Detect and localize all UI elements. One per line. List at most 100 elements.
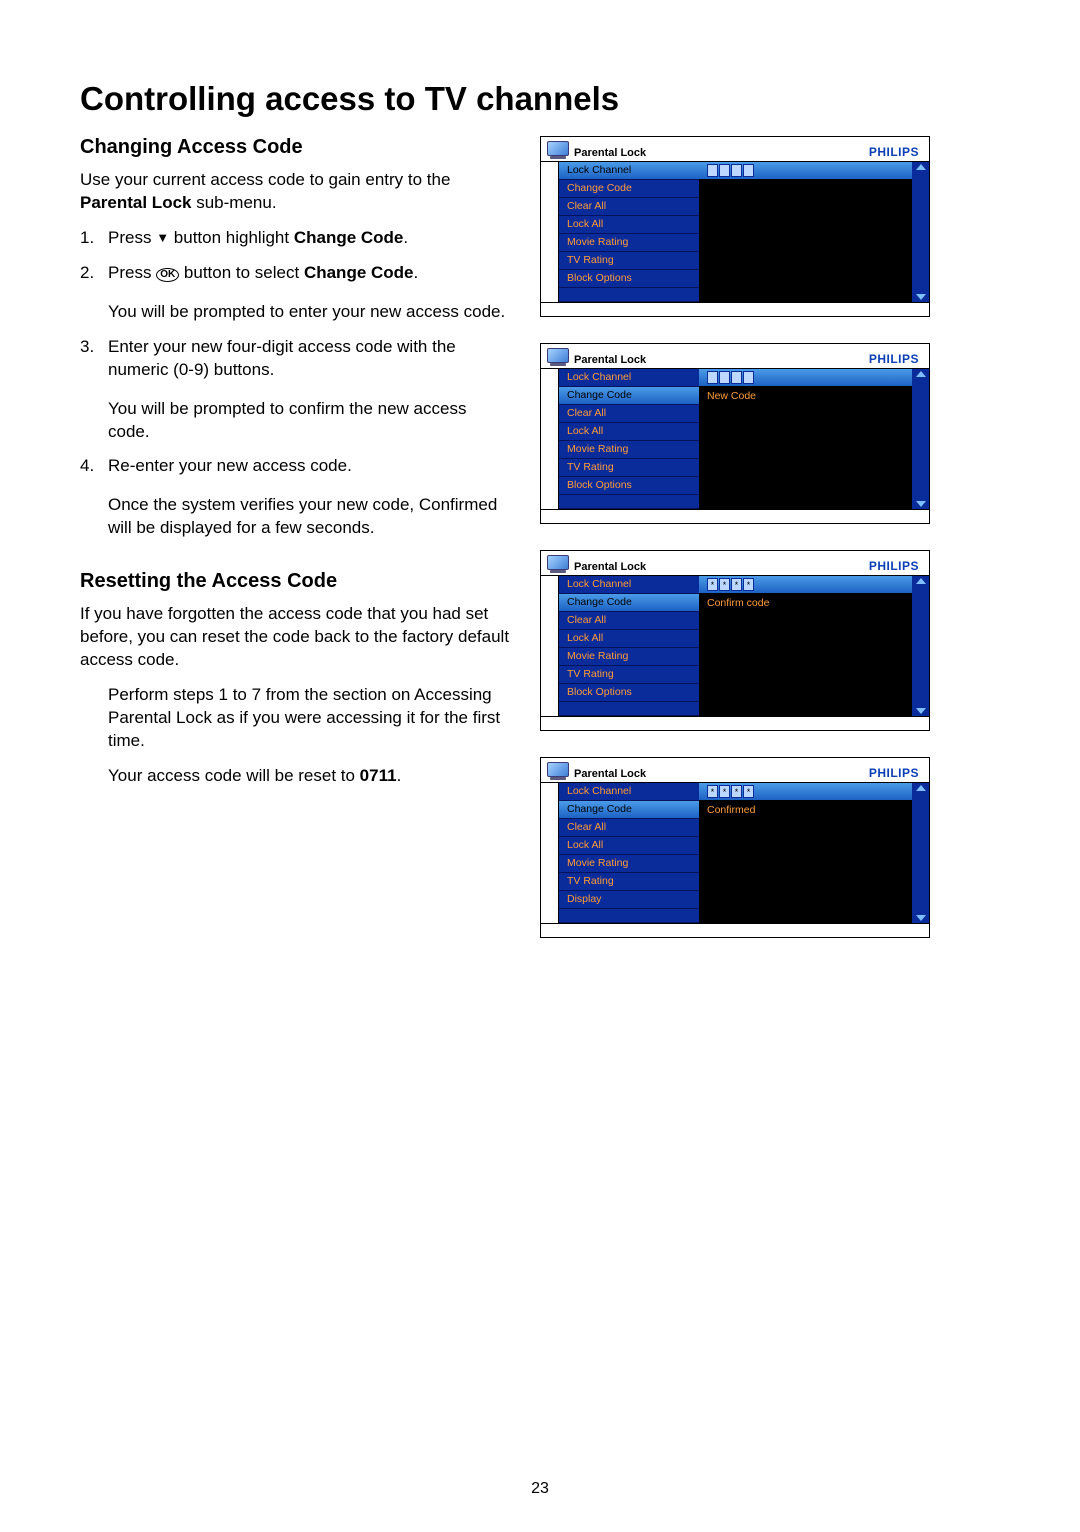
- osd-value-row: [699, 234, 912, 252]
- tv-icon: [547, 762, 569, 780]
- resetting-indent-b-post: .: [397, 766, 402, 785]
- osd-value-row: [699, 405, 912, 423]
- step-3: Enter your new four-digit access code wi…: [80, 336, 510, 444]
- osd-value-row: [699, 891, 912, 909]
- text-column: Changing Access Code Use your current ac…: [80, 136, 510, 938]
- step-2: Press OK button to select Change Code. Y…: [80, 262, 510, 324]
- osd-screenshot-1: Parental LockPHILIPSLock ChannelChange C…: [540, 136, 930, 317]
- osd-menu-item: Change Code: [559, 801, 699, 819]
- osd-menu-item: TV Rating: [559, 666, 699, 684]
- philips-logo: PHILIPS: [869, 352, 919, 366]
- scroll-down-icon: [916, 501, 926, 507]
- osd-value-row: Confirmed: [699, 801, 912, 819]
- osd-scrollbar: [912, 783, 929, 923]
- resetting-access-code-heading: Resetting the Access Code: [80, 570, 510, 593]
- osd-menu-item: Change Code: [559, 387, 699, 405]
- resetting-indent-b-pre: Your access code will be reset to: [108, 766, 360, 785]
- scroll-up-icon: [916, 785, 926, 791]
- osd-menu-item: Movie Rating: [559, 441, 699, 459]
- osd-menu-item: Clear All: [559, 405, 699, 423]
- step-1: Press ▼ button highlight Change Code.: [80, 227, 510, 250]
- two-column-layout: Changing Access Code Use your current ac…: [80, 136, 1010, 938]
- osd-value-row: [699, 252, 912, 270]
- step-4: Re-enter your new access code. Once the …: [80, 455, 510, 540]
- tv-icon: [547, 141, 569, 159]
- osd-value-row: [699, 441, 912, 459]
- osd-menu-item: Lock All: [559, 423, 699, 441]
- step2-post: .: [414, 263, 419, 282]
- osd-value-row: [699, 477, 912, 495]
- tv-icon: [547, 555, 569, 573]
- osd-menu-item: Block Options: [559, 477, 699, 495]
- osd-breadcrumb: Parental Lock: [574, 354, 646, 366]
- step2-extra: You will be prompted to enter your new a…: [108, 301, 510, 324]
- step4-extra: Once the system verifies your new code, …: [108, 494, 510, 540]
- osd-value-row: [699, 180, 912, 198]
- osd-menu-item: Lock Channel: [559, 783, 699, 801]
- osd-menu-item: Movie Rating: [559, 855, 699, 873]
- osd-value-row: Confirm code: [699, 594, 912, 612]
- osd-menu-item: Change Code: [559, 594, 699, 612]
- scroll-down-icon: [916, 708, 926, 714]
- step3-text: Enter your new four-digit access code wi…: [108, 337, 456, 379]
- osd-menu-item: Change Code: [559, 180, 699, 198]
- osd-screenshot-3: Parental LockPHILIPSLock ChannelChange C…: [540, 550, 930, 731]
- osd-menu-item: Clear All: [559, 819, 699, 837]
- osd-menu-item: Lock All: [559, 630, 699, 648]
- osd-value-row: [699, 423, 912, 441]
- osd-menu-item: Block Options: [559, 270, 699, 288]
- changing-intro-bold: Parental Lock: [80, 193, 192, 212]
- osd-menu-item: TV Rating: [559, 459, 699, 477]
- down-triangle-icon: ▼: [156, 230, 169, 245]
- osd-value-row: [699, 648, 912, 666]
- changing-intro-post: sub-menu.: [192, 193, 277, 212]
- resetting-indent-b-code: 0711: [360, 766, 397, 785]
- changing-access-code-heading: Changing Access Code: [80, 136, 510, 159]
- osd-scrollbar: [912, 576, 929, 716]
- scroll-up-icon: [916, 578, 926, 584]
- code-entry-boxes: ****: [707, 785, 754, 798]
- osd-value-row: ****: [699, 576, 912, 594]
- osd-menu-item: Lock Channel: [559, 369, 699, 387]
- osd-value-row: [699, 270, 912, 288]
- resetting-intro: If you have forgotten the access code th…: [80, 603, 510, 672]
- step2-mid: button to select: [179, 263, 304, 282]
- changing-steps: Press ▼ button highlight Change Code. Pr…: [80, 227, 510, 540]
- osd-value-row: [699, 369, 912, 387]
- osd-value-row: ****: [699, 783, 912, 801]
- step1-mid: button highlight: [169, 228, 294, 247]
- page-number: 23: [0, 1480, 1080, 1498]
- osd-value-row: [699, 216, 912, 234]
- osd-value-row: New Code: [699, 387, 912, 405]
- osd-menu-item: Clear All: [559, 198, 699, 216]
- step1-bold: Change Code: [294, 228, 404, 247]
- osd-scrollbar: [912, 162, 929, 302]
- osd-value-row: [699, 612, 912, 630]
- osd-menu-item: Movie Rating: [559, 234, 699, 252]
- osd-menu-item: Movie Rating: [559, 648, 699, 666]
- osd-menu-item: Lock Channel: [559, 162, 699, 180]
- changing-intro-pre: Use your current access code to gain ent…: [80, 170, 450, 189]
- osd-breadcrumb: Parental Lock: [574, 768, 646, 780]
- resetting-indent-a: Perform steps 1 to 7 from the section on…: [80, 684, 510, 753]
- osd-value-row: [699, 630, 912, 648]
- code-entry-boxes: ****: [707, 578, 754, 591]
- tv-icon: [547, 348, 569, 366]
- ok-button-icon: OK: [156, 268, 179, 282]
- osd-value-row: [699, 855, 912, 873]
- osd-scrollbar: [912, 369, 929, 509]
- osd-screenshot-2: Parental Lock PHILIPS Lock ChannelChange C…: [540, 343, 930, 524]
- osd-menu-item: Lock Channel: [559, 576, 699, 594]
- changing-intro: Use your current access code to gain ent…: [80, 169, 510, 215]
- step2-bold: Change Code: [304, 263, 414, 282]
- osd-menu-item: Clear All: [559, 612, 699, 630]
- step3-extra: You will be prompted to confirm the new …: [108, 398, 510, 444]
- step2-pre: Press: [108, 263, 156, 282]
- step1-pre: Press: [108, 228, 156, 247]
- osd-value-row: [699, 837, 912, 855]
- osd-breadcrumb: Parental Lock: [574, 561, 646, 573]
- resetting-indent-b: Your access code will be reset to 0711.: [80, 765, 510, 788]
- step1-post: .: [403, 228, 408, 247]
- osd-value-row: [699, 666, 912, 684]
- philips-logo: PHILIPS: [869, 145, 919, 159]
